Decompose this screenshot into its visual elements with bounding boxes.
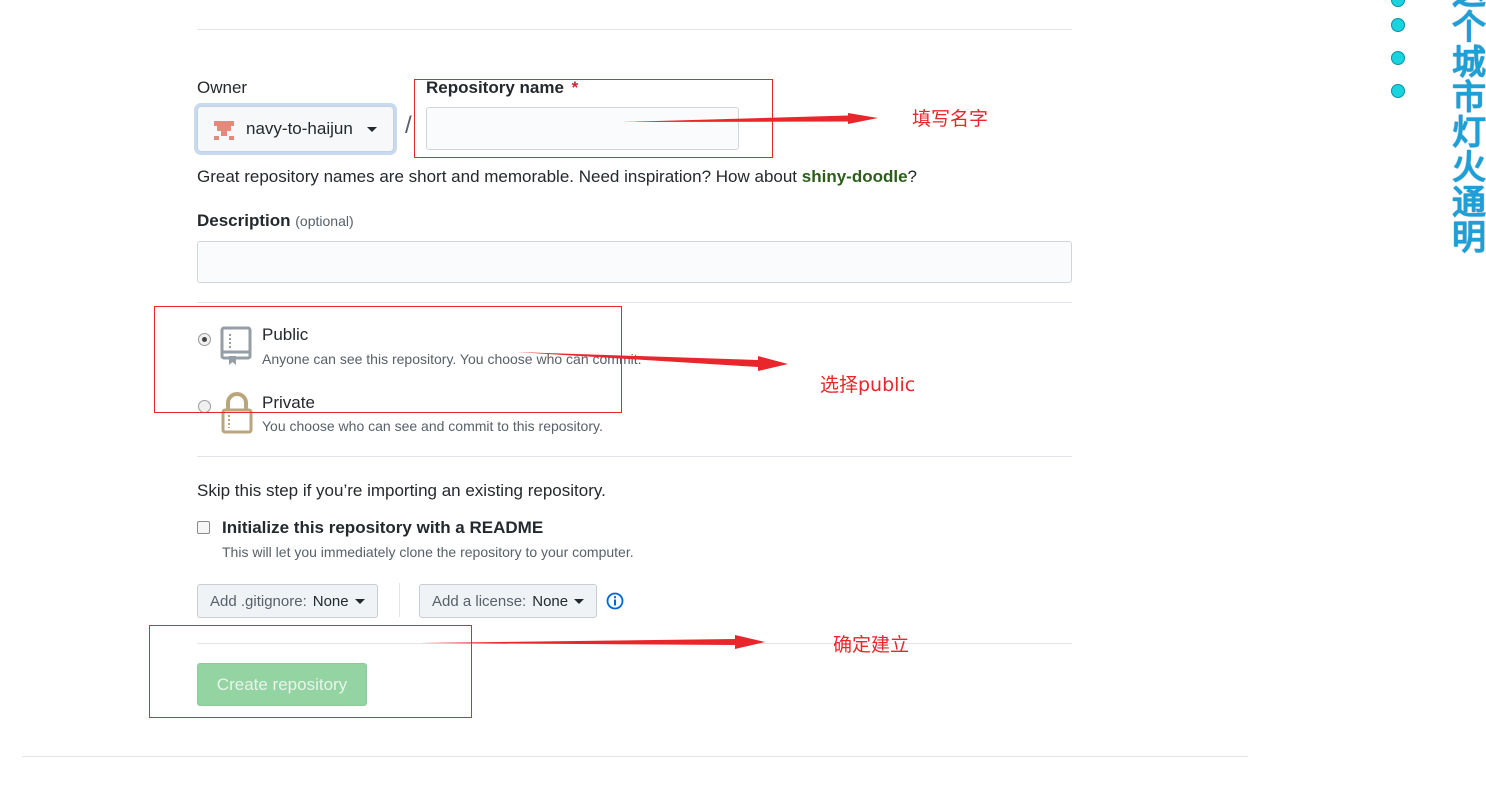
annotation-fill-name: 填写名字: [912, 108, 989, 130]
bullet-dot: [1391, 18, 1405, 32]
bullet-dot: [1391, 84, 1405, 98]
vertical-title: 这个城市灯火通明: [1452, 0, 1486, 258]
annotation-confirm-create: 确定建立: [833, 634, 910, 656]
annotation-arrows: [420, 113, 878, 649]
bullet-dot: [1391, 51, 1405, 65]
annotation-choose-public: 选择public: [820, 374, 916, 396]
